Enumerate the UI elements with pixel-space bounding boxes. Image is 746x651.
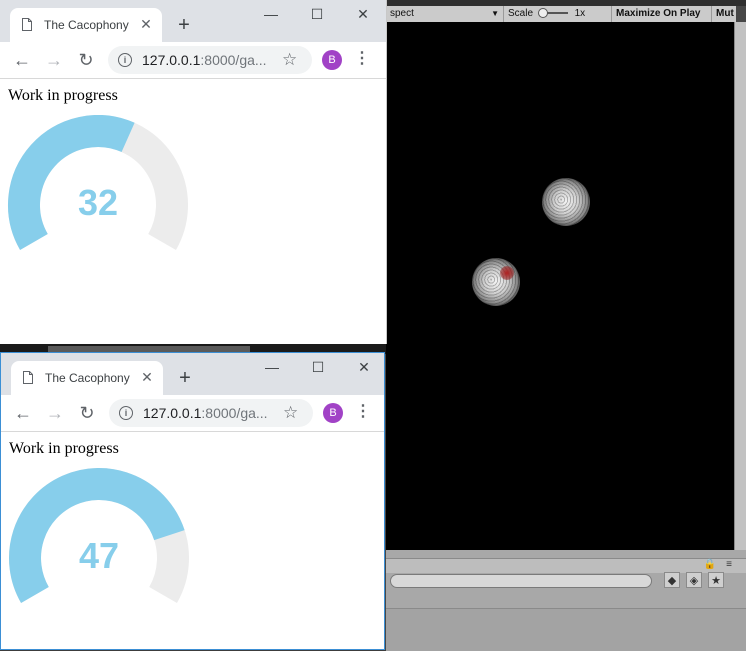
page-heading: Work in progress [9,440,119,457]
mute-toggle[interactable]: Mut [712,6,736,22]
tab-title: The Cacophony [44,18,129,32]
forward-arrow-icon[interactable]: → [42,48,66,72]
filter-label-icon[interactable]: ◈ [686,572,702,588]
window-close-icon[interactable]: ✕ [340,0,386,30]
document-icon [23,371,33,384]
browser-tab[interactable]: The Cacophony ✕ [11,361,163,395]
kebab-menu-icon[interactable]: ⋮ [355,403,371,423]
game-view-toolbar: spect ▼ Scale 1x Maximize On Play Mut [386,6,736,23]
lock-icon[interactable]: 🔒 [704,559,716,570]
gauge-value: 32 [78,182,118,223]
filter-type-icon[interactable]: ◆ [664,572,680,588]
mute-label: Mut [716,8,734,19]
url-host: 127.0.0.1 [142,52,201,68]
maximize-icon[interactable]: ☐ [295,353,341,383]
scale-slider[interactable] [537,8,568,19]
url-text[interactable]: 127.0.0.1:8000/ga... [143,405,268,421]
browser-window-2: The Cacophony ✕ + — ☐ ✕ ← → ↻ i 127.0.0.… [0,352,385,650]
minimize-icon[interactable]: — [248,0,294,30]
favorite-star-icon[interactable]: ★ [708,572,724,588]
gauge: 47 [9,468,189,603]
star-icon[interactable]: ☆ [283,403,298,423]
tab-title: The Cacophony [45,371,130,385]
window-close-icon[interactable]: ✕ [341,353,384,383]
panel-menu-icon[interactable]: ≡ [726,559,732,570]
title-bar: The Cacophony ✕ + — ☐ ✕ [0,0,386,42]
reload-icon[interactable]: ↻ [75,401,99,425]
avatar[interactable]: B [323,403,343,423]
gauge-value: 47 [79,535,119,576]
red-particle [500,266,514,280]
back-arrow-icon[interactable]: ← [11,401,35,425]
url-host: 127.0.0.1 [143,405,202,421]
url-rest: :8000/ga... [201,405,268,421]
particle-sphere [472,258,520,306]
scale-control[interactable]: Scale 1x [504,6,612,22]
project-area [386,608,746,651]
browser-tab[interactable]: The Cacophony ✕ [10,8,162,42]
minimize-icon[interactable]: — [249,353,295,383]
url-text[interactable]: 127.0.0.1:8000/ga... [142,52,267,68]
plus-icon[interactable]: + [173,367,197,391]
document-icon [22,18,32,31]
plus-icon[interactable]: + [172,14,196,38]
title-bar: The Cacophony ✕ + — ☐ ✕ [1,353,384,395]
gauge: 32 [8,115,188,250]
dropdown-arrow-icon: ▼ [491,9,499,18]
maximize-icon[interactable]: ☐ [294,0,340,30]
reload-icon[interactable]: ↻ [74,48,98,72]
bottom-panel-header: 🔒 ≡ [386,558,746,573]
scale-value: 1x [574,8,586,19]
particle-sphere [542,178,590,226]
browser-window-1: The Cacophony ✕ + — ☐ ✕ ← → ↻ i 127.0.0.… [0,0,387,344]
project-search-field[interactable] [390,574,652,588]
browser-toolbar: ← → ↻ i 127.0.0.1:8000/ga... ☆ B ⋮ [0,42,386,79]
info-icon[interactable]: i [118,53,132,67]
kebab-menu-icon[interactable]: ⋮ [354,50,370,70]
address-bar[interactable]: i 127.0.0.1:8000/ga... ☆ [108,46,312,74]
maximize-on-play-label: Maximize On Play [616,8,701,19]
forward-arrow-icon[interactable]: → [43,401,67,425]
inspector-edge [734,22,746,550]
scale-slider-thumb[interactable] [537,8,548,19]
maximize-on-play-toggle[interactable]: Maximize On Play [612,6,712,22]
page-heading: Work in progress [8,87,118,104]
address-bar[interactable]: i 127.0.0.1:8000/ga... ☆ [109,399,313,427]
close-icon[interactable]: ✕ [139,369,155,385]
aspect-label: spect [390,8,414,19]
browser-toolbar: ← → ↻ i 127.0.0.1:8000/ga... ☆ B ⋮ [1,395,384,432]
avatar[interactable]: B [322,50,342,70]
star-icon[interactable]: ☆ [282,50,297,70]
game-view[interactable] [386,22,734,550]
info-icon[interactable]: i [119,406,133,420]
back-arrow-icon[interactable]: ← [10,48,34,72]
scale-label: Scale [508,8,534,19]
url-rest: :8000/ga... [200,52,267,68]
close-icon[interactable]: ✕ [138,16,154,32]
aspect-dropdown[interactable]: spect ▼ [386,6,504,22]
